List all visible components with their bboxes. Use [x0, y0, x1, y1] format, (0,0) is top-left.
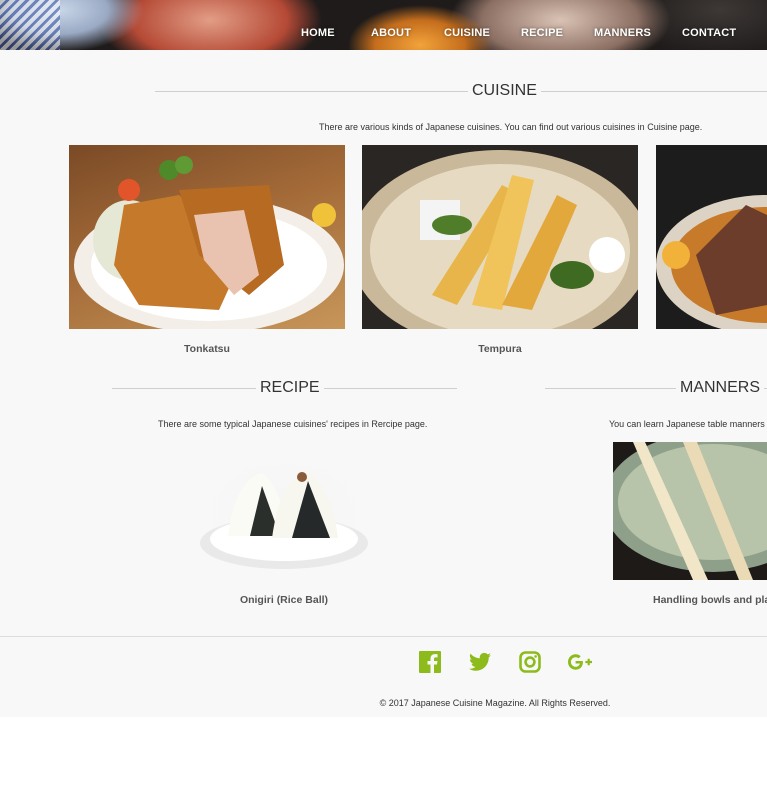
recipe-section-heading: RECIPE: [112, 378, 457, 398]
cuisine-description: There are various kinds of Japanese cuis…: [319, 122, 703, 132]
nav-home[interactable]: HOME: [301, 27, 335, 39]
onigiri-illustration: [200, 471, 368, 569]
main-nav: HOME ABOUT CUISINE RECIPE MANNERS CONTAC…: [0, 27, 767, 43]
tonkatsu-caption: Tonkatsu: [184, 343, 230, 355]
tonkatsu-illustration: [74, 156, 344, 329]
hero-header-image: HOME ABOUT CUISINE RECIPE MANNERS CONTAC…: [0, 0, 767, 50]
manners-illustration: [613, 442, 767, 580]
nav-cuisine[interactable]: CUISINE: [444, 27, 490, 39]
footer-divider: [0, 636, 767, 637]
twitter-icon[interactable]: [468, 650, 492, 674]
nav-manners[interactable]: MANNERS: [594, 27, 651, 39]
nav-recipe[interactable]: RECIPE: [521, 27, 563, 39]
cuisine-section-heading: CUISINE: [155, 81, 767, 101]
heading-rule: [155, 91, 767, 92]
recipe-description: There are some typical Japanese cuisines…: [158, 419, 428, 429]
manners-caption: Handling bowls and plat: [653, 594, 767, 606]
manners-image[interactable]: [613, 442, 767, 580]
manners-section-heading: MANNERS: [545, 378, 767, 398]
nav-about[interactable]: ABOUT: [371, 27, 411, 39]
manners-title: MANNERS: [676, 378, 765, 398]
nav-contact[interactable]: CONTACT: [682, 27, 736, 39]
cuisine-title: CUISINE: [468, 81, 541, 101]
copyright-text: © 2017 Japanese Cuisine Magazine. All Ri…: [379, 698, 611, 708]
ramen-image[interactable]: [656, 145, 767, 329]
tempura-illustration: [362, 150, 638, 329]
google-plus-icon[interactable]: [567, 650, 593, 674]
page: HOME ABOUT CUISINE RECIPE MANNERS CONTAC…: [0, 0, 767, 717]
recipe-title: RECIPE: [256, 378, 324, 398]
tempura-image[interactable]: [362, 145, 638, 329]
instagram-icon[interactable]: [518, 650, 542, 674]
onigiri-caption: Onigiri (Rice Ball): [239, 594, 329, 606]
ramen-illustration: [656, 195, 767, 329]
manners-description: You can learn Japanese table manners in: [609, 419, 767, 429]
tonkatsu-image[interactable]: [69, 145, 345, 329]
tempura-caption: Tempura: [478, 343, 522, 355]
facebook-icon[interactable]: [418, 650, 442, 674]
onigiri-image[interactable]: [180, 441, 388, 581]
